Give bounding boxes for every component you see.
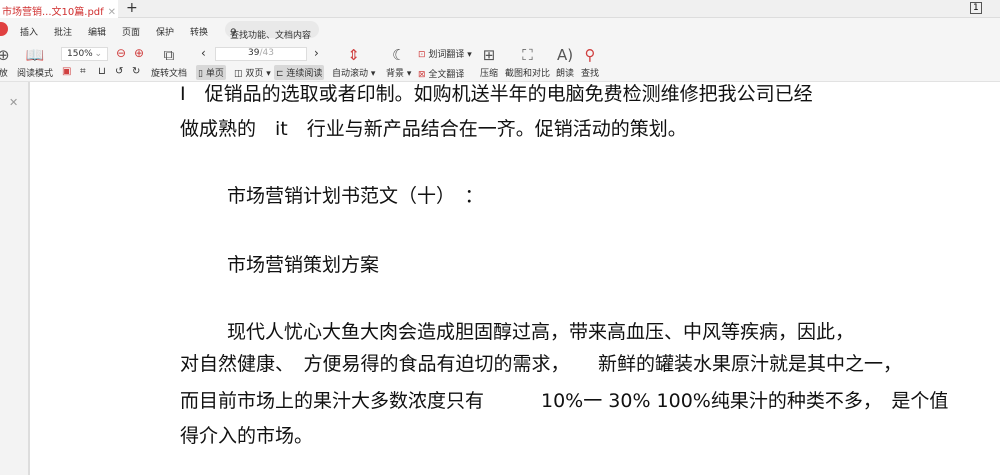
sidebar-panel: ✕ — [0, 82, 30, 475]
auto-scroll-button[interactable]: ⇕ 自动滚动 ▾ — [332, 46, 375, 79]
new-tab-button[interactable]: + — [126, 0, 138, 16]
doc-line: 市场营销计划书范文（十） ： — [227, 185, 484, 207]
page-input[interactable]: 39/43 — [215, 47, 307, 61]
document-tab[interactable]: 市场营销...文10篇.pdf ✕ — [0, 0, 118, 18]
left-cut-button[interactable]: ⊕ 放 — [0, 46, 10, 79]
menu-page[interactable]: 页面 — [122, 25, 140, 38]
toolbar: ⊕ 放 📖 阅读模式 150% ⌄ ⊖ ⊕ ▣ ⌗ ⊔ ↺ ↻ ⧉ 旋转文档 ‹ 39/… — [0, 42, 1000, 82]
menu-protect[interactable]: 保护 — [156, 25, 174, 38]
close-sidebar-icon[interactable]: ✕ — [9, 96, 18, 109]
doc-line: 得介入的市场。 — [180, 425, 314, 447]
search-box[interactable]: ⚲ 查找功能、文档内容 — [225, 21, 319, 41]
book-icon: 📖 — [25, 46, 45, 64]
rotate-left-icon[interactable]: ↺ — [115, 66, 123, 77]
menu-bar: 插入 批注 编辑 页面 保护 转换 ⚲查找功能、文档内容 ꝏ — [0, 18, 1000, 62]
rotate-document-button[interactable]: ⧉ 旋转文档 — [151, 46, 187, 79]
doc-line: 市场营销策划方案 — [227, 254, 380, 276]
actual-size-icon[interactable]: ▣ — [62, 66, 71, 77]
next-page-icon[interactable]: › — [314, 46, 319, 60]
rotate-right-icon[interactable]: ↻ — [132, 66, 140, 77]
tab-title: 市场营销...文10篇.pdf — [2, 7, 104, 18]
zoom-in-icon[interactable]: ⊕ — [134, 46, 144, 60]
zoom-out-icon[interactable]: ⊖ — [116, 46, 126, 60]
chevron-down-icon: ⌄ — [94, 49, 102, 59]
menu-comment[interactable]: 批注 — [54, 25, 72, 38]
compress-button[interactable]: ⊞ 压缩 — [480, 46, 498, 79]
doc-line: 做成熟的 it 行业与新产品结合在一齐。促销活动的策划。 — [180, 118, 687, 140]
menu-edit[interactable]: 编辑 — [88, 25, 106, 38]
continuous-read-button[interactable]: ⊏ 连续阅读 — [274, 65, 325, 80]
close-icon[interactable]: ✕ — [108, 7, 116, 18]
zoom-select[interactable]: 150% ⌄ — [61, 47, 108, 61]
background-button[interactable]: ☾ 背景 ▾ — [386, 46, 411, 79]
find-button[interactable]: ⚲ 查找 — [581, 46, 599, 79]
prev-page-icon[interactable]: ‹ — [201, 46, 206, 60]
doc-line: 现代人忧心大鱼大肉会造成胆固醇过高，带来高血压、中风等疾病，因此， — [227, 321, 855, 343]
read-aloud-button[interactable]: A) 朗读 — [556, 46, 574, 79]
single-page-button[interactable]: ▯ 单页 — [196, 65, 226, 80]
fit-page-icon[interactable]: ⌗ — [80, 66, 86, 77]
read-mode-button[interactable]: 📖 阅读模式 — [17, 46, 53, 79]
menu-insert[interactable]: 插入 — [20, 25, 38, 38]
doc-line: I 促销品的选取或者印制。如购机送半年的电脑免费检测维修把我公司已经 — [180, 83, 813, 105]
menu-convert[interactable]: 转换 — [190, 25, 208, 38]
screenshot-compare-button[interactable]: ⛶ 截图和对比 — [505, 46, 550, 79]
doc-line: 对自然健康、 方便易得的食品有迫切的需求， 新鲜的罐装水果原汁就是其中之一， — [180, 353, 903, 375]
word-translate-button[interactable]: ⊡ 划词翻译 ▾ — [418, 47, 472, 60]
app-menu-icon[interactable] — [0, 22, 8, 36]
window-count-icon[interactable]: 1 — [970, 2, 982, 14]
fit-width-icon[interactable]: ⊔ — [98, 66, 106, 77]
doc-line: 而目前市场上的果汁大多数浓度只有 10%一 30% 100%纯果汁的种类不多， … — [180, 390, 949, 412]
double-page-button[interactable]: ◫ 双页 ▾ — [234, 66, 271, 79]
tab-bar: 市场营销...文10篇.pdf ✕ + 1 — [0, 0, 1000, 18]
